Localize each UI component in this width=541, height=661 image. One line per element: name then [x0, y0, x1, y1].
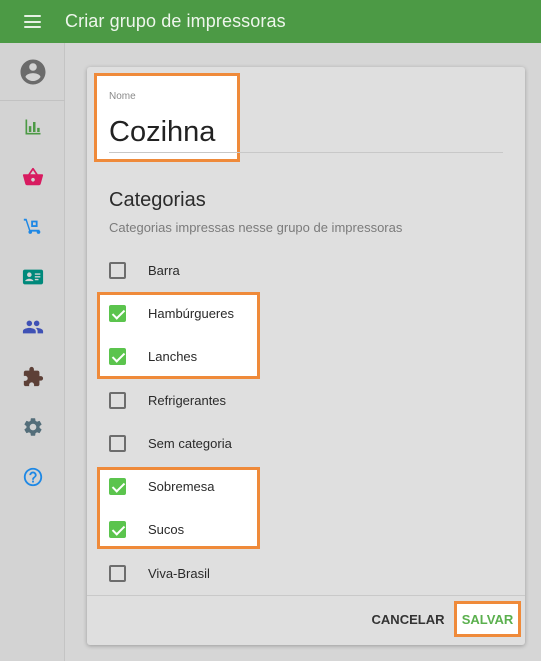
category-label: Lanches: [148, 348, 198, 364]
app-bar: Criar grupo de impressoras: [0, 0, 541, 43]
people-icon: [22, 320, 43, 334]
category-checkbox-row[interactable]: Viva-Brasil: [109, 561, 409, 585]
basket-icon: [22, 167, 43, 186]
categories-subtitle: Categorias impressas nesse grupo de impr…: [109, 220, 403, 235]
sidebar-item-reports[interactable]: [0, 107, 65, 147]
checkbox[interactable]: [109, 391, 126, 409]
hand-truck-icon: [23, 218, 40, 234]
category-checkbox-row[interactable]: Sucos: [109, 517, 409, 541]
category-label: Sucos: [148, 521, 185, 537]
contact-card-icon: [22, 269, 43, 285]
bar-chart-icon: [25, 119, 40, 135]
category-checkbox-row[interactable]: Sobremesa: [109, 474, 409, 498]
category-checkbox-row[interactable]: Hambúrgueres: [109, 301, 409, 325]
sidebar-item-settings[interactable]: [0, 407, 65, 447]
category-checkbox-row[interactable]: Sem categoria: [109, 431, 409, 455]
sidebar-item-integrations[interactable]: [0, 357, 65, 397]
checkbox[interactable]: [109, 261, 126, 279]
sidebar-item-customers[interactable]: [0, 307, 65, 347]
category-label: Barra: [148, 262, 180, 278]
printer-group-form: Nome Cozihna Categorias Categorias impre…: [87, 67, 525, 645]
gear-icon: [23, 418, 42, 436]
divider: [87, 595, 525, 596]
category-label: Hambúrgueres: [148, 305, 234, 321]
name-field[interactable]: Nome Cozihna: [94, 73, 240, 162]
category-label: Sem categoria: [148, 435, 232, 451]
sidebar: [0, 43, 65, 661]
account-circle-icon: [20, 59, 45, 84]
checkbox[interactable]: [109, 304, 126, 322]
category-checkbox-row[interactable]: Refrigerantes: [109, 388, 409, 412]
sidebar-item-contacts[interactable]: [0, 257, 65, 297]
name-label: Nome: [109, 91, 136, 102]
name-input[interactable]: Cozihna: [109, 116, 215, 149]
avatar[interactable]: [0, 43, 65, 101]
save-button[interactable]: SALVAR: [454, 601, 521, 637]
help-icon: [23, 467, 42, 487]
checkbox[interactable]: [109, 347, 126, 365]
category-checkbox-row[interactable]: Barra: [109, 258, 409, 282]
category-label: Sobremesa: [148, 478, 215, 494]
category-label: Refrigerantes: [148, 392, 227, 408]
checkbox[interactable]: [109, 434, 126, 452]
checkbox[interactable]: [109, 564, 126, 582]
cancel-button[interactable]: CANCELAR: [372, 607, 445, 631]
category-label: Viva-Brasil: [148, 565, 210, 581]
sidebar-item-delivery[interactable]: [0, 207, 65, 247]
sidebar-item-help[interactable]: [0, 457, 65, 497]
sidebar-item-orders[interactable]: [0, 157, 65, 197]
page-title: Criar grupo de impressoras: [65, 11, 286, 31]
checkbox[interactable]: [109, 520, 126, 538]
menu-icon[interactable]: [0, 0, 64, 43]
puzzle-icon: [23, 366, 43, 387]
name-underline: [109, 152, 503, 153]
category-checkbox-row[interactable]: Lanches: [109, 344, 409, 368]
categories-heading: Categorias: [109, 189, 206, 211]
checkbox[interactable]: [109, 477, 126, 495]
